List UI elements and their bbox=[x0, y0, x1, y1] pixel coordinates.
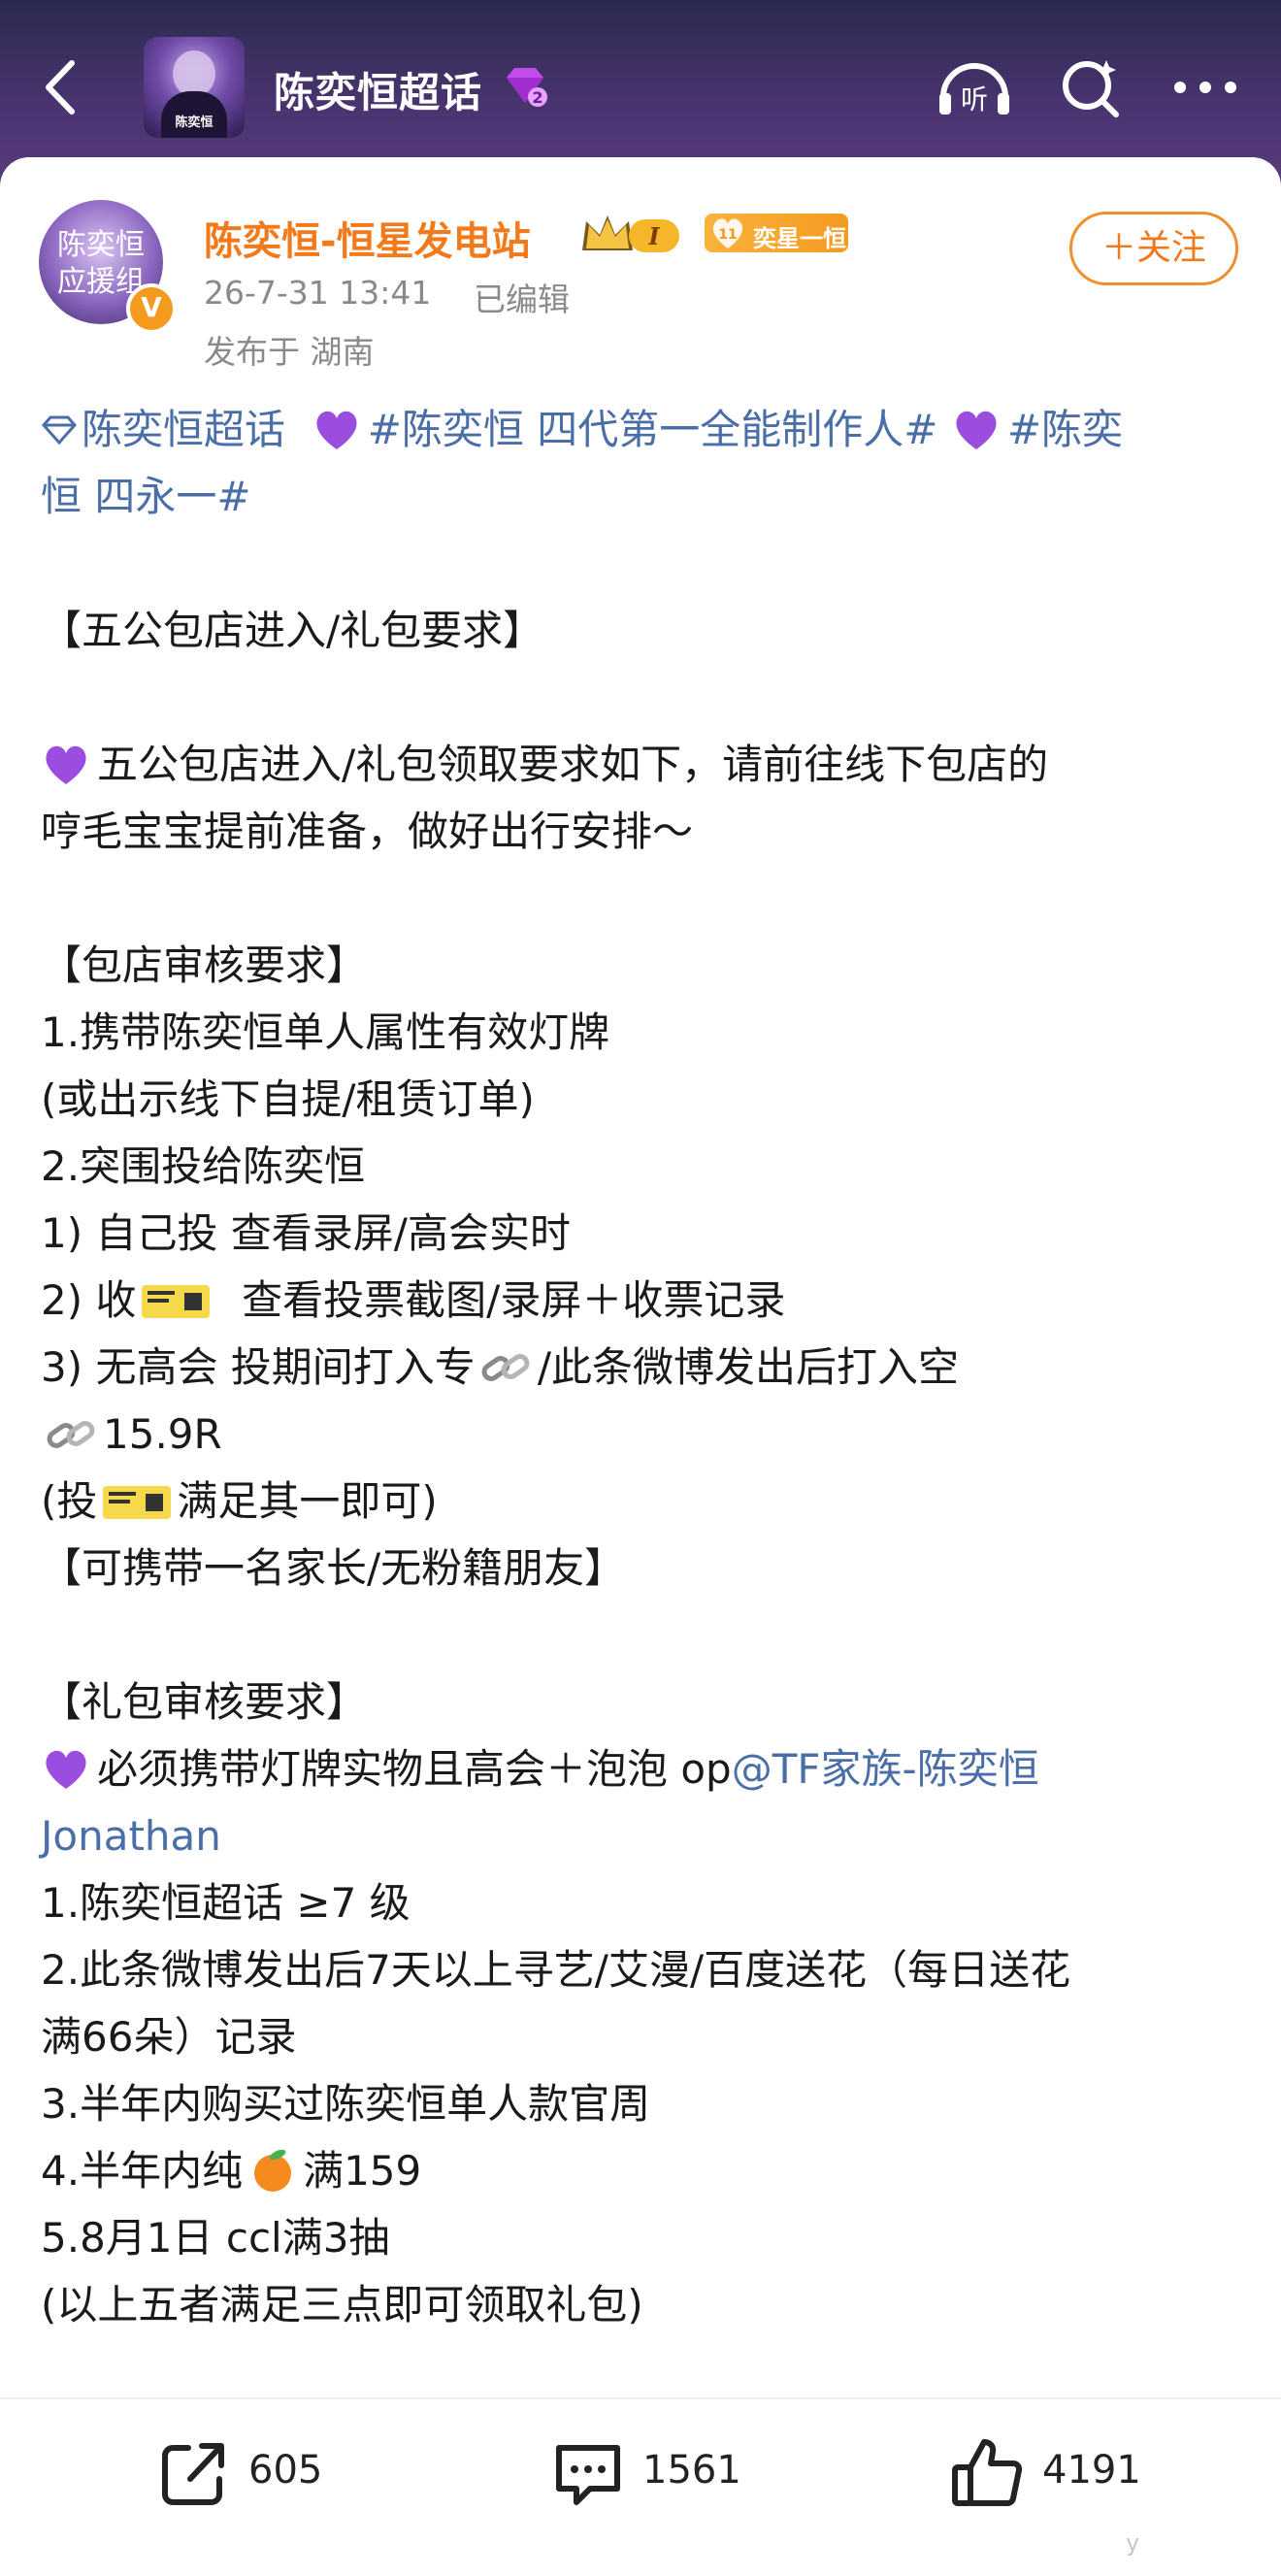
crown-level-number: I bbox=[647, 222, 660, 250]
thumbs-up-icon bbox=[952, 2439, 1023, 2506]
gift-requirement: 必须携带灯牌实物且高会＋泡泡 op@TF家族-陈奕恒 bbox=[41, 1735, 1254, 1802]
gift-text: 必须携带灯牌实物且高会＋泡泡 op bbox=[97, 1745, 732, 1793]
section-title: 【五公包店进入/礼包要求】 bbox=[41, 607, 544, 654]
audit-item: 2.突围投给陈奕恒 bbox=[41, 1142, 366, 1190]
back-icon[interactable] bbox=[29, 53, 97, 121]
intro-text: 五公包店进入/礼包领取要求如下，请前往线下包店的 bbox=[97, 741, 1049, 788]
audit-item: 1.携带陈奕恒单人属性有效灯牌 bbox=[41, 1008, 610, 1056]
supertopic-link[interactable]: 陈奕恒超话 bbox=[41, 406, 285, 453]
decoration-lines bbox=[1046, 303, 1048, 304]
gift-item: 4.半年内纯 满159 bbox=[41, 2137, 1254, 2204]
post-timestamp: 26-7-31 13:41 bbox=[204, 274, 432, 312]
audit-text: 3) 无高会 投期间打入专 bbox=[41, 1343, 476, 1391]
gift-text: 满159 bbox=[303, 2147, 422, 2195]
gift-note: (以上五者满足三点即可领取礼包) bbox=[41, 2281, 643, 2328]
fan-level-number: 11 bbox=[718, 227, 737, 243]
topic-level-number: 2 bbox=[532, 88, 542, 107]
fan-level-heart-icon: 11 bbox=[712, 218, 743, 248]
search-icon[interactable] bbox=[1050, 47, 1132, 128]
mention-link-continued[interactable]: Jonathan bbox=[41, 1802, 1254, 1869]
post-body: 陈奕恒超话 #陈奕恒 四代第一全能制作人# #陈奕 恒 四永一# 【五公包店进入… bbox=[41, 396, 1254, 2338]
topic-cover-image[interactable]: 陈奕恒 bbox=[144, 37, 245, 138]
hashtag-link[interactable]: #陈奕恒 四代第一全能制作人# bbox=[368, 406, 938, 453]
post-card: 陈奕恒 应援组 V 陈奕恒-恒星发电站 I 11 奕星一恒 ＋关注 26-7-3… bbox=[0, 157, 1281, 2576]
audit-item: 3) 无高会 投期间打入专/此条微博发出后打入空 bbox=[41, 1334, 1254, 1401]
audit-text: 2) 收 bbox=[41, 1276, 137, 1324]
audit-item: (或出示线下自提/租赁订单) bbox=[41, 1075, 535, 1123]
audit-item: 2) 收 查看投票截图/录屏＋收票记录 bbox=[41, 1267, 1254, 1334]
gift-title: 【礼包审核要求】 bbox=[41, 1678, 368, 1726]
listen-icon[interactable]: 听 bbox=[934, 47, 1015, 128]
comment-count: 1561 bbox=[642, 2448, 741, 2493]
topic-level-diamond-icon: 2 bbox=[507, 68, 547, 107]
edited-label[interactable]: 已编辑 bbox=[474, 274, 570, 320]
audit-item: 15.9R bbox=[41, 1401, 1254, 1468]
ticket-icon bbox=[103, 1486, 172, 1519]
gift-item: 2.此条微博发出后7天以上寻艺/艾漫/百度送花（每日送花 bbox=[41, 1946, 1071, 1994]
verified-v-icon: V bbox=[126, 283, 177, 334]
post-location: 发布于 湖南 bbox=[204, 333, 375, 371]
hashtag-link-continued[interactable]: 恒 四永一# bbox=[41, 463, 1254, 530]
chain-link-icon bbox=[481, 1354, 530, 1381]
purple-heart-icon bbox=[956, 411, 997, 449]
intro-line-2: 哼毛宝宝提前准备，做好出行安排～ bbox=[41, 808, 694, 855]
chain-link-icon bbox=[47, 1421, 95, 1448]
tags-line: 陈奕恒超话 #陈奕恒 四代第一全能制作人# #陈奕 bbox=[41, 396, 1254, 463]
intro-line: 五公包店进入/礼包领取要求如下，请前往线下包店的 bbox=[41, 731, 1254, 798]
listen-label: 听 bbox=[961, 83, 988, 116]
gift-item: 5.8月1日 ccl满3抽 bbox=[41, 2214, 390, 2262]
comment-icon bbox=[556, 2445, 620, 2505]
topic-title[interactable]: 陈奕恒超话 bbox=[274, 60, 482, 119]
more-icon[interactable] bbox=[1165, 47, 1246, 128]
audit-text: 查看投票截图/录屏＋收票记录 bbox=[242, 1276, 786, 1324]
audit-text: 满足其一即可) bbox=[177, 1477, 438, 1525]
audit-item: (投 满足其一即可) bbox=[41, 1468, 1254, 1535]
watermark: y bbox=[1126, 2529, 1140, 2557]
fan-badge[interactable]: 11 奕星一恒 bbox=[705, 214, 848, 252]
like-count: 4191 bbox=[1042, 2448, 1141, 2493]
share-icon bbox=[162, 2443, 224, 2505]
ticket-icon bbox=[142, 1285, 211, 1318]
crown-level-icon: I bbox=[582, 215, 679, 252]
cover-text: 陈奕恒 bbox=[175, 116, 214, 130]
gift-item: 3.半年内购买过陈奕恒单人款官周 bbox=[41, 2080, 651, 2128]
orange-icon bbox=[254, 2149, 292, 2192]
follow-button[interactable]: ＋关注 bbox=[1069, 212, 1238, 285]
audit-text: (投 bbox=[41, 1477, 98, 1525]
author-name[interactable]: 陈奕恒-恒星发电站 bbox=[204, 210, 531, 266]
audit-item: 1) 自己投 查看录屏/高会实时 bbox=[41, 1209, 571, 1257]
supertopic-icon bbox=[42, 415, 77, 446]
audit-title: 【包店审核要求】 bbox=[41, 941, 368, 989]
audit-text: /此条微博发出后打入空 bbox=[537, 1343, 959, 1391]
purple-heart-icon bbox=[46, 1750, 86, 1789]
gift-text: 4.半年内纯 bbox=[41, 2147, 244, 2195]
repost-count: 605 bbox=[248, 2448, 323, 2493]
gift-item: 满66朵）记录 bbox=[41, 2013, 297, 2061]
companion-note: 【可携带一名家长/无粉籍朋友】 bbox=[41, 1544, 626, 1592]
purple-heart-icon bbox=[46, 745, 86, 784]
gift-item: 1.陈奕恒超话 ≥7 级 bbox=[41, 1879, 411, 1927]
footer-divider bbox=[0, 2397, 1281, 2399]
supertopic-text: 陈奕恒超话 bbox=[82, 406, 286, 453]
purple-heart-icon bbox=[316, 411, 357, 449]
mention-link[interactable]: @TF家族-陈奕恒 bbox=[732, 1745, 1039, 1793]
hashtag-link[interactable]: #陈奕 bbox=[1007, 406, 1123, 453]
fan-badge-text: 奕星一恒 bbox=[753, 225, 846, 252]
audit-amount: 15.9R bbox=[103, 1410, 222, 1458]
